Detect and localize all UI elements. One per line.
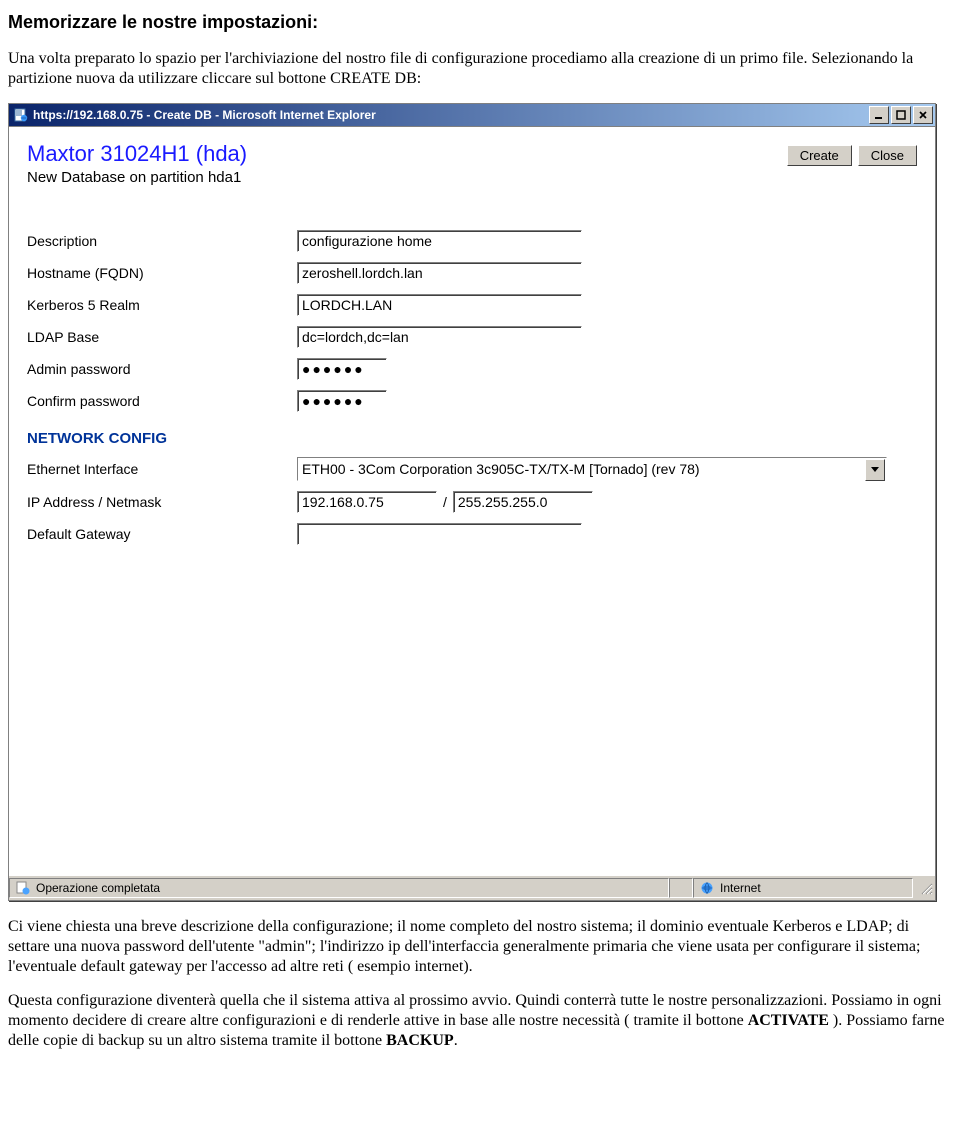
activate-keyword: ACTIVATE	[748, 1012, 829, 1029]
ie-page-icon	[13, 107, 29, 123]
intro-paragraph: Una volta preparato lo spazio per l'arch…	[8, 49, 952, 89]
gateway-label: Default Gateway	[27, 526, 297, 542]
resize-grip[interactable]	[913, 879, 935, 897]
ethernet-select-value: ETH00 - 3Com Corporation 3c905C-TX/TX-M …	[302, 461, 700, 477]
realm-input[interactable]	[297, 294, 582, 316]
page-content: Maxtor 31024H1 (hda) New Database on par…	[9, 126, 935, 875]
disk-subtitle: New Database on partition hda1	[27, 169, 787, 186]
maximize-button[interactable]	[891, 106, 911, 124]
ie-done-icon	[16, 881, 30, 895]
explanation-paragraph: Ci viene chiesta una breve descrizione d…	[8, 917, 952, 977]
browser-window: https://192.168.0.75 - Create DB - Micro…	[8, 103, 936, 901]
slash-separator: /	[443, 494, 447, 510]
network-config-header: NETWORK CONFIG	[27, 430, 917, 447]
disk-title: Maxtor 31024H1 (hda)	[27, 141, 787, 167]
admin-password-input[interactable]	[297, 358, 387, 380]
conclusion-paragraph: Questa configurazione diventerà quella c…	[8, 991, 952, 1051]
hostname-input[interactable]	[297, 262, 582, 284]
status-text: Operazione completata	[36, 881, 160, 895]
ethernet-label: Ethernet Interface	[27, 461, 297, 477]
internet-zone-icon	[700, 881, 714, 895]
status-bar: Operazione completata Internet	[9, 875, 935, 900]
admin-password-label: Admin password	[27, 361, 297, 377]
backup-keyword: BACKUP	[386, 1032, 454, 1049]
close-window-button[interactable]	[913, 106, 933, 124]
confirm-password-label: Confirm password	[27, 393, 297, 409]
window-titlebar: https://192.168.0.75 - Create DB - Micro…	[9, 104, 935, 126]
window-title: https://192.168.0.75 - Create DB - Micro…	[33, 108, 869, 122]
create-button[interactable]: Create	[787, 145, 852, 166]
gateway-input[interactable]	[297, 523, 582, 545]
realm-label: Kerberos 5 Realm	[27, 297, 297, 313]
description-input[interactable]	[297, 230, 582, 252]
hostname-label: Hostname (FQDN)	[27, 265, 297, 281]
close-button[interactable]: Close	[858, 145, 917, 166]
ip-label: IP Address / Netmask	[27, 494, 297, 510]
ldap-label: LDAP Base	[27, 329, 297, 345]
ip-input[interactable]	[297, 491, 437, 513]
conclusion-text-c: .	[454, 1032, 458, 1049]
internet-zone-text: Internet	[720, 881, 761, 895]
netmask-input[interactable]	[453, 491, 593, 513]
ethernet-select[interactable]: ETH00 - 3Com Corporation 3c905C-TX/TX-M …	[297, 457, 887, 481]
section-heading: Memorizzare le nostre impostazioni:	[8, 12, 952, 33]
confirm-password-input[interactable]	[297, 390, 387, 412]
description-label: Description	[27, 233, 297, 249]
chevron-down-icon	[865, 459, 885, 481]
minimize-button[interactable]	[869, 106, 889, 124]
ldap-input[interactable]	[297, 326, 582, 348]
